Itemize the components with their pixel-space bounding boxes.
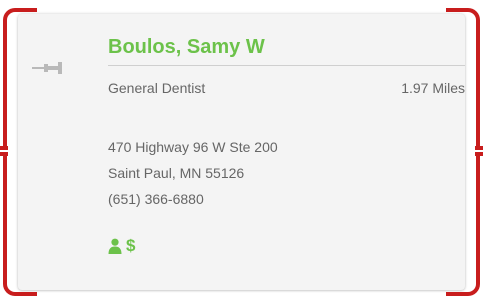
name-divider <box>108 65 465 66</box>
provider-name-link[interactable]: Boulos, Samy W <box>108 36 265 59</box>
annotation-bracket-right-notch <box>471 146 483 156</box>
person-icon <box>108 238 122 254</box>
address-line-1: 470 Highway 96 W Ste 200 <box>108 139 278 155</box>
provider-badges: $ <box>108 236 135 256</box>
screenshot-stage: Boulos, Samy W General Dentist 1.97 Mile… <box>0 0 483 303</box>
provider-specialty: General Dentist <box>108 80 206 96</box>
pushpin-icon[interactable] <box>30 58 64 78</box>
provider-distance: 1.97 Miles <box>401 80 465 96</box>
address-line-2: Saint Paul, MN 55126 <box>108 165 245 181</box>
dollar-icon: $ <box>126 236 136 255</box>
phone-number[interactable]: (651) 366-6880 <box>108 191 204 207</box>
annotation-bracket-left-notch <box>0 146 14 156</box>
